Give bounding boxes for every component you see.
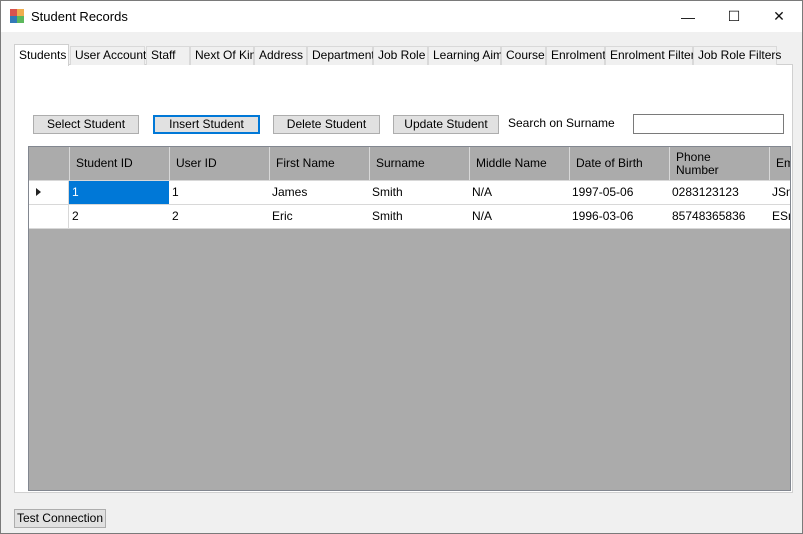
tab-enrolment-filters[interactable]: Enrolment Filters: [605, 46, 701, 65]
test-connection-button[interactable]: Test Connection: [14, 509, 106, 528]
tab-course[interactable]: Course: [501, 46, 546, 65]
cell-user-id[interactable]: 1: [169, 181, 270, 205]
tab-department[interactable]: Department: [307, 46, 375, 65]
column-header-email[interactable]: Em: [769, 147, 790, 181]
tab-enrolment[interactable]: Enrolment: [546, 46, 606, 65]
search-surname-input[interactable]: [633, 114, 784, 134]
title-bar[interactable]: Student Records — ☐ ✕: [1, 1, 802, 32]
tab-staff[interactable]: Staff: [146, 46, 190, 65]
delete-student-button[interactable]: Delete Student: [273, 115, 380, 134]
row-header[interactable]: [29, 181, 69, 205]
close-button[interactable]: ✕: [756, 1, 802, 32]
cell-email[interactable]: JSm: [769, 181, 790, 205]
app-window-icon: [10, 9, 24, 23]
cell-middle-name[interactable]: N/A: [469, 205, 570, 229]
cell-date-of-birth[interactable]: 1996-03-06: [569, 205, 670, 229]
cell-surname[interactable]: Smith: [369, 181, 470, 205]
column-header-first-name[interactable]: First Name: [269, 147, 370, 181]
insert-student-button[interactable]: Insert Student: [153, 115, 260, 134]
cell-first-name[interactable]: Eric: [269, 205, 370, 229]
row-header[interactable]: [29, 205, 69, 229]
cell-middle-name[interactable]: N/A: [469, 181, 570, 205]
cell-student-id[interactable]: 2: [69, 205, 170, 229]
select-student-button[interactable]: Select Student: [33, 115, 139, 134]
maximize-icon: ☐: [727, 8, 741, 24]
cell-user-id[interactable]: 2: [169, 205, 270, 229]
cell-phone-number[interactable]: 85748365836: [669, 205, 770, 229]
current-row-arrow-icon: [36, 188, 41, 196]
cell-email[interactable]: ESm: [769, 205, 790, 229]
cell-phone-number[interactable]: 0283123123: [669, 181, 770, 205]
tab-job-role-filters[interactable]: Job Role Filters: [693, 46, 781, 65]
tab-students[interactable]: Students: [14, 44, 69, 66]
cell-student-id[interactable]: 1: [69, 181, 170, 205]
tab-learning-aim[interactable]: Learning Aim: [428, 46, 503, 65]
tab-address[interactable]: Address: [254, 46, 307, 65]
column-header-date-of-birth[interactable]: Date of Birth: [569, 147, 670, 181]
column-header-middle-name[interactable]: Middle Name: [469, 147, 570, 181]
main-window: Student Records — ☐ ✕ Students User Acco…: [0, 0, 803, 534]
tab-job-role[interactable]: Job Role: [373, 46, 428, 65]
column-header-phone-number[interactable]: Phone Number: [669, 147, 770, 181]
grid-corner-header[interactable]: [29, 147, 70, 181]
minimize-icon: —: [681, 8, 695, 25]
minimize-button[interactable]: —: [665, 1, 711, 32]
column-header-surname[interactable]: Surname: [369, 147, 470, 181]
students-data-grid[interactable]: Student ID User ID First Name Surname Mi…: [28, 146, 791, 491]
column-header-student-id[interactable]: Student ID: [69, 147, 170, 181]
tab-user-account[interactable]: User Account: [70, 46, 146, 65]
window-title: Student Records: [31, 9, 128, 24]
maximize-button[interactable]: ☐: [711, 1, 757, 32]
close-icon: ✕: [773, 8, 785, 24]
column-header-user-id[interactable]: User ID: [169, 147, 270, 181]
cell-first-name[interactable]: James: [269, 181, 370, 205]
tab-next-of-kin[interactable]: Next Of Kin: [190, 46, 256, 65]
search-surname-label: Search on Surname: [508, 116, 615, 130]
cell-date-of-birth[interactable]: 1997-05-06: [569, 181, 670, 205]
cell-surname[interactable]: Smith: [369, 205, 470, 229]
update-student-button[interactable]: Update Student: [393, 115, 499, 134]
